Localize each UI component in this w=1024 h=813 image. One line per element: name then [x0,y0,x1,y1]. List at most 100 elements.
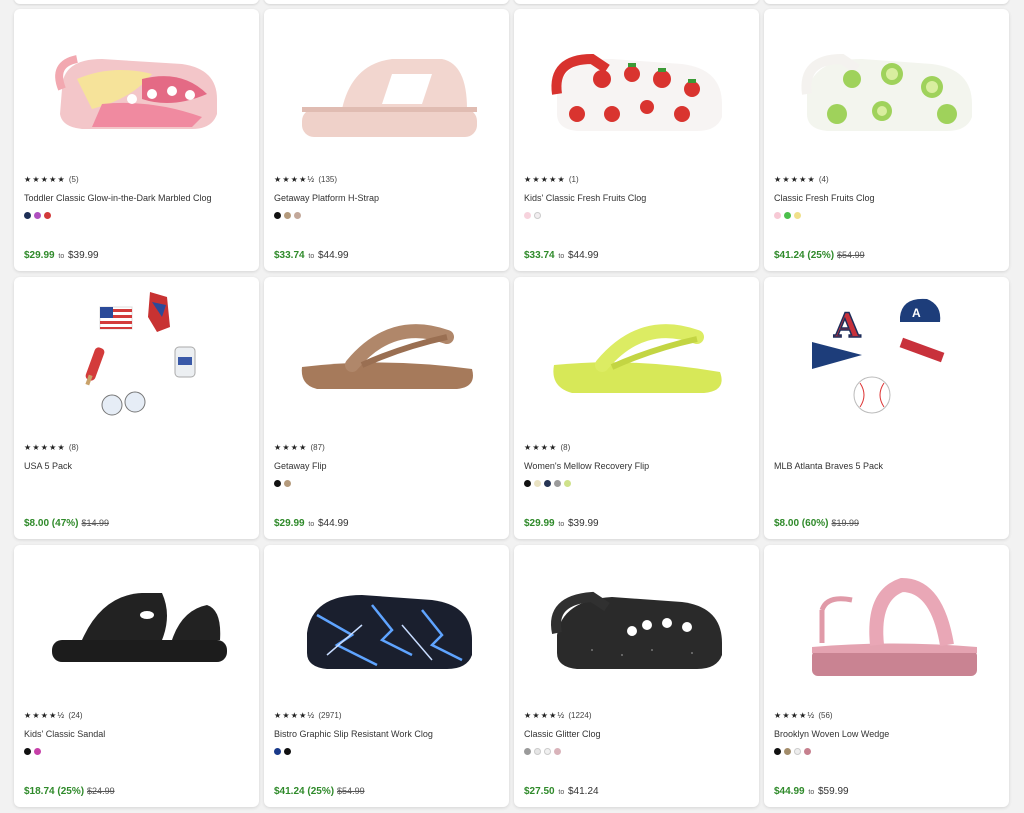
fruit-clog-icon [550,53,722,131]
review-count: (1224) [568,711,592,720]
color-swatch[interactable] [284,748,291,755]
color-swatch[interactable] [534,212,541,219]
product-card[interactable]: ★★★★½ (135) Getaway Platform H-Strap $33.74… [264,9,509,271]
product-card[interactable]: ★★★★★ (4) Classic Fresh Fruits Clog $41.24 … [764,9,1009,271]
sale-price: $41.24 (25%) [274,786,335,797]
product-image[interactable] [14,545,259,705]
color-swatch[interactable] [284,212,291,219]
color-swatch[interactable] [544,480,551,487]
sale-price: $18.74 (25%) [24,786,85,797]
color-swatch[interactable] [534,748,541,755]
color-swatch[interactable] [34,212,41,219]
rating-stars: ★★★★★ (8) [24,443,251,453]
color-swatch[interactable] [784,748,791,755]
product-name[interactable]: Toddler Classic Glow-in-the-Dark Marbled… [24,193,251,203]
star-icons: ★★★★½ [524,711,566,720]
svg-text:A: A [833,306,861,346]
product-image[interactable]: A A [764,277,1009,437]
color-swatch[interactable] [794,212,801,219]
rating-stars: ★★★★½ (24) [24,711,251,721]
color-swatch[interactable] [554,480,561,487]
product-card[interactable]: ★★★★ (87) Getaway Flip $29.99 to $44.99 [264,277,509,539]
product-card[interactable]: ★★★★ (8) Women's Mellow Recovery Flip $29.9… [514,277,759,539]
product-name[interactable]: Kids' Classic Fresh Fruits Clog [524,193,751,203]
color-swatch[interactable] [24,748,31,755]
product-image[interactable] [764,9,1009,169]
rating-stars: ★★★★½ (2971) [274,711,501,721]
product-image[interactable] [514,277,759,437]
product-price: $18.74 (25%) $24.99 [24,786,115,797]
price-range-separator: to [808,789,815,796]
rating-stars: ★★★★½ (1224) [524,711,751,721]
review-count: (5) [68,175,79,184]
product-image[interactable] [514,545,759,705]
product-name[interactable]: Getaway Platform H-Strap [274,193,501,203]
sale-price: $33.74 [274,250,305,261]
product-image[interactable] [264,9,509,169]
color-swatch[interactable] [524,748,531,755]
product-name[interactable]: MLB Atlanta Braves 5 Pack [774,461,1001,471]
color-swatch[interactable] [34,748,41,755]
product-grid: ★★★★★ (5) Toddler Classic Glow-in-the-Dark… [14,9,1009,807]
product-image[interactable] [14,277,259,437]
color-swatch[interactable] [284,480,291,487]
color-swatch[interactable] [804,748,811,755]
color-swatch[interactable] [544,748,551,755]
product-card[interactable]: ★★★★½ (24) Kids' Classic Sandal $18.74 (25%… [14,545,259,807]
high-price: $39.99 [68,250,99,261]
color-swatch[interactable] [274,212,281,219]
product-name[interactable]: USA 5 Pack [24,461,251,471]
sale-price: $27.50 [524,786,555,797]
color-swatches [274,748,501,756]
product-image[interactable] [264,545,509,705]
review-count: (8) [560,443,571,452]
color-swatches [524,480,751,488]
platform-slide-icon [301,59,477,137]
color-swatch[interactable] [524,212,531,219]
color-swatch[interactable] [294,212,301,219]
product-name[interactable]: Getaway Flip [274,461,501,471]
product-name[interactable]: Women's Mellow Recovery Flip [524,461,751,471]
product-info: ★★★★½ (2971) Bistro Graphic Slip Resistant… [274,711,501,756]
star-icons: ★★★★★ [24,443,66,452]
color-swatch[interactable] [564,480,571,487]
high-price: $41.24 [568,786,599,797]
braves-charms-icon: A A [811,298,944,414]
product-image[interactable] [264,277,509,437]
color-swatch[interactable] [784,212,791,219]
product-image[interactable] [14,9,259,169]
product-name[interactable]: Classic Fresh Fruits Clog [774,193,1001,203]
product-card[interactable]: A A MLB Atlanta Braves 5 Pack $8.00 (60%)… [764,277,1009,539]
product-card[interactable]: ★★★★½ (56) Brooklyn Woven Low Wedge $44.99 … [764,545,1009,807]
color-swatch[interactable] [554,748,561,755]
color-swatch[interactable] [24,212,31,219]
color-swatches [24,212,251,220]
price-range-separator: to [58,253,65,260]
product-name[interactable]: Brooklyn Woven Low Wedge [774,729,1001,739]
product-name[interactable]: Bistro Graphic Slip Resistant Work Clog [274,729,501,739]
color-swatch[interactable] [534,480,541,487]
color-swatch[interactable] [274,480,281,487]
product-name[interactable]: Kids' Classic Sandal [24,729,251,739]
product-card[interactable]: ★★★★★ (1) Kids' Classic Fresh Fruits Clog $… [514,9,759,271]
color-swatch[interactable] [524,480,531,487]
color-swatch[interactable] [774,748,781,755]
product-image[interactable] [764,545,1009,705]
review-count: (56) [818,711,833,720]
color-swatch[interactable] [774,212,781,219]
product-info: ★★★★★ (4) Classic Fresh Fruits Clog [774,175,1001,220]
product-image[interactable] [514,9,759,169]
color-swatch[interactable] [794,748,801,755]
pink-wedge-icon [811,577,977,676]
usa-charms-icon [84,292,195,416]
product-card[interactable]: ★★★★★ (8) USA 5 Pack $8.00 (47%) $14.99 [14,277,259,539]
product-card[interactable]: ★★★★½ (2971) Bistro Graphic Slip Resistant… [264,545,509,807]
high-price: $44.99 [318,518,349,529]
product-name[interactable]: Classic Glitter Clog [524,729,751,739]
product-card[interactable]: ★★★★★ (5) Toddler Classic Glow-in-the-Dark… [14,9,259,271]
original-price: $54.99 [337,786,365,796]
color-swatch[interactable] [274,748,281,755]
color-swatch[interactable] [44,212,51,219]
color-swatches [774,212,1001,220]
product-card[interactable]: ★★★★½ (1224) Classic Glitter Clog $27.50 to… [514,545,759,807]
